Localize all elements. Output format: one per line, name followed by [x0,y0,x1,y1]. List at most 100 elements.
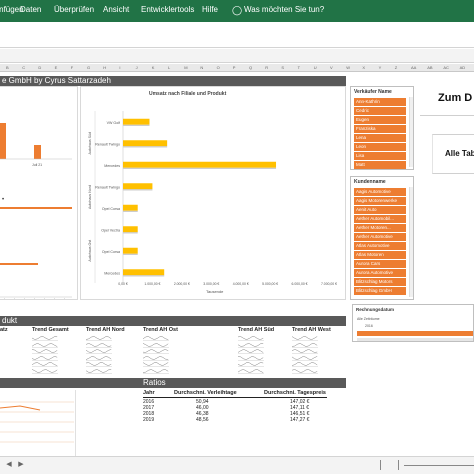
column-header[interactable]: S [281,65,284,70]
sales-bar[interactable] [123,183,153,190]
column-header[interactable]: R [265,65,268,70]
column-header[interactable]: U [314,65,317,70]
sales-bar[interactable] [123,269,165,276]
slicer-customer-item[interactable]: Aether Automotive [354,233,406,241]
slicer-customer-item[interactable]: Aurora Automotive [354,269,406,277]
slicer-customer-item[interactable]: Aagis Automotive [354,188,406,196]
slicer-customer-item[interactable]: Atlas Automotive [354,242,406,250]
sales-bar[interactable] [123,204,138,211]
left-chart[interactable]: Juli 21 • · · · · · · · [0,86,78,301]
sales-bar-shadow [123,253,138,255]
sparkline [86,336,112,341]
slicer-customer-item[interactable]: Atlas Motoren [354,251,406,259]
sales-bar-label: Renault Twingo [95,142,120,146]
slicer-customer-item[interactable]: Aurora Cars [354,260,406,268]
status-bar: ◀ ▶ [0,456,474,474]
slicer-seller-item[interactable]: Matt [354,161,406,169]
menu-daten[interactable]: Daten [20,5,41,15]
column-header[interactable]: B [6,65,9,70]
sales-bar[interactable] [123,226,138,233]
sparkline [143,355,169,361]
column-header[interactable]: M [184,65,187,70]
timeline-invoice-date[interactable]: Rechnungsdatum Alle Zeiträume 2016 [352,304,474,342]
sales-bar-shadow [123,232,138,234]
menu-hilfe[interactable]: Hilfe [202,5,218,15]
column-header[interactable]: AA [411,65,416,70]
slicer-seller-scrollbar[interactable] [409,97,413,167]
column-header[interactable]: O [217,65,220,70]
slicer-customer-item[interactable]: Blitzschlag GmbH [354,287,406,295]
slicer-seller[interactable]: Verkäufer Name Ann-Kathrin Cedric Eugen Fra… [350,86,414,170]
next-sheet-icon[interactable]: ▶ [16,460,26,470]
column-header[interactable]: D [38,65,41,70]
slicer-seller-item[interactable]: Franziska [354,125,406,133]
prev-sheet-icon[interactable]: ◀ [4,460,14,470]
column-header[interactable]: AB [427,65,432,70]
column-header[interactable]: X [362,65,365,70]
product-header-umsatz: atz [0,327,8,333]
slicer-seller-item[interactable]: Lisa [354,152,406,160]
zoom-slider[interactable] [404,465,474,466]
slicer-seller-item[interactable]: Cedric [354,107,406,115]
menu-entwicklertools[interactable]: Entwicklertools [141,5,194,15]
sparkline [32,368,58,374]
tell-me-search[interactable]: Was möchten Sie tun? [244,5,324,15]
column-header[interactable]: G [87,65,90,70]
timeline-scrollbar[interactable] [357,338,473,341]
column-header[interactable]: K [152,65,155,70]
column-header[interactable]: W [346,65,350,70]
slicer-customer[interactable]: Kundenname Aagis Automotive Aagis Motoren… [350,176,414,300]
column-header[interactable]: N [200,65,203,70]
sparkline [238,362,264,367]
column-header[interactable]: H [103,65,106,70]
column-header[interactable]: P [233,65,236,70]
column-header[interactable]: AD [460,65,466,70]
column-header[interactable]: E [55,65,58,70]
slicer-customer-item[interactable]: Aenit Auto [354,206,406,214]
sales-bar[interactable] [123,161,277,168]
sales-bar-shadow [123,146,168,148]
sparkline [86,349,112,354]
sales-chart[interactable]: Umsatz nach Filiale und Produkt VW Golf R… [80,86,346,300]
slicer-seller-item[interactable]: Leon [354,143,406,151]
sales-x-tick: 7.000,00 € [321,282,337,286]
column-header[interactable]: Q [249,65,252,70]
slicer-seller-item[interactable]: Eugen [354,116,406,124]
lightbulb-icon[interactable]: ◯ [232,5,242,15]
slicer-customer-item[interactable]: Aether Motoren... [354,224,406,232]
column-header[interactable]: I [119,65,120,70]
sales-group-label: Autohaus Süd [88,132,92,155]
sparkline [86,342,112,348]
timeline-range-bar[interactable] [357,331,473,336]
formula-bar[interactable] [0,49,474,63]
slicer-customer-item[interactable]: Blitzschlag Motors [354,278,406,286]
timeline-label: Alle Zeiträume [357,317,380,321]
column-header[interactable]: J [136,65,138,70]
timeline-year: 2016 [365,324,373,328]
sparkline [292,355,318,361]
slicer-seller-item[interactable]: Lena [354,134,406,142]
column-header[interactable]: V [330,65,333,70]
menu-ueberpruefen[interactable]: Überprüfen [54,5,94,15]
menu-ansicht[interactable]: Ansicht [103,5,129,15]
column-header[interactable]: L [168,65,170,70]
slicer-seller-item[interactable]: Ann-Kathrin [354,98,406,106]
sparkline [32,336,58,341]
slicer-customer-item[interactable]: Aether Automobil... [354,215,406,223]
all-tables-button[interactable]: Alle Tab [432,134,474,174]
column-header[interactable]: AC [443,65,449,70]
column-header[interactable]: Z [395,65,397,70]
slicer-customer-scrollbar[interactable] [409,187,413,297]
sales-bar[interactable] [123,118,150,125]
ratios-left-chart[interactable] [0,390,76,456]
column-header[interactable]: Y [379,65,382,70]
slicer-customer-item[interactable]: Aagis Motorenwerke [354,197,406,205]
column-header[interactable]: C [22,65,25,70]
column-header[interactable]: T [298,65,300,70]
sales-bar[interactable] [123,247,138,254]
sales-bar[interactable] [123,140,168,147]
product-header-trend-west: Trend AH West [292,327,331,333]
ratios-cell: 48,56 [196,417,209,423]
sparkline [292,342,318,348]
column-header[interactable]: F [71,65,73,70]
